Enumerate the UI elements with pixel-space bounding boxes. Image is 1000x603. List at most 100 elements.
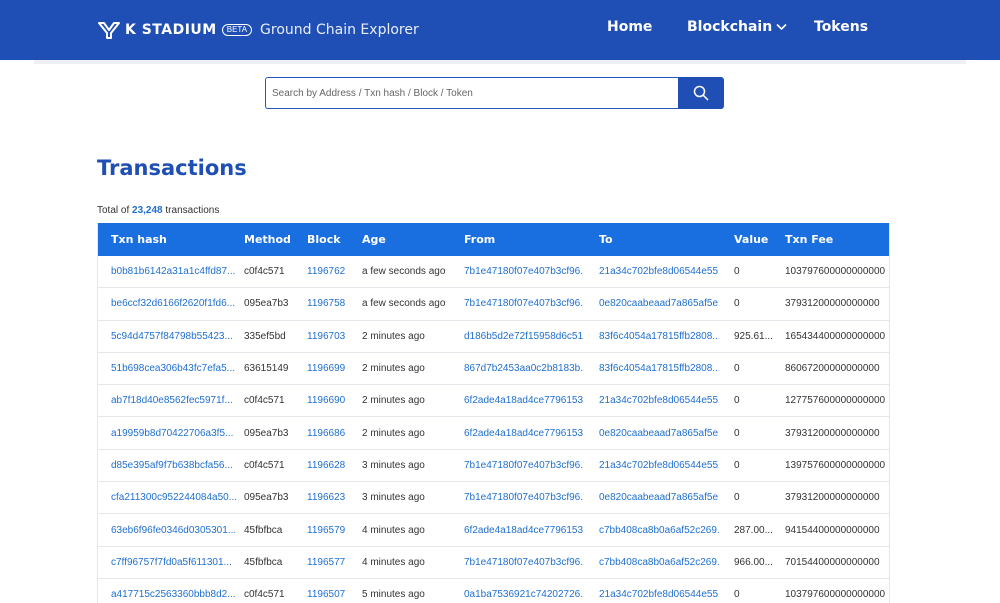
txn-fee-value: 86067200000000000 <box>785 363 880 375</box>
to-address-link[interactable]: 83f6c4054a17815ffb2808... <box>599 353 719 384</box>
table-row: 63eb6f96fe0346d0305301... 45fbfbca 1196579… <box>98 514 889 547</box>
block-link[interactable]: 1196699 <box>307 353 357 384</box>
txn-hash-link[interactable]: cfa211300c952244084a50... <box>111 482 259 513</box>
txn-hash-link[interactable]: b0b81b6142a31a1c4ffd87... <box>111 256 259 287</box>
beta-badge: BETA <box>221 24 253 36</box>
method-value: c0f4c571 <box>244 395 285 407</box>
table-row: a19959b8d70422706a3f5... 095ea7b3 1196686 2… <box>98 417 889 450</box>
transactions-table: Txn hash Method Block Age From To Value … <box>97 223 890 603</box>
method-value: c0f4c571 <box>244 589 285 601</box>
page-title: Transactions <box>97 156 247 180</box>
txn-fee-value: 70154400000000000 <box>785 556 880 568</box>
to-address-link[interactable]: c7bb408ca8b0a6af52c269... <box>599 514 719 545</box>
txn-fee-value: 94154400000000000 <box>785 524 880 536</box>
table-row: ab7f18d40e8562fec5971f... c0f4c571 1196690… <box>98 385 889 418</box>
txn-hash-link[interactable]: 63eb6f96fe0346d0305301... <box>111 514 259 545</box>
block-link[interactable]: 1196579 <box>307 514 357 545</box>
from-address-link[interactable]: d186b5d2e72f15958d6c51... <box>464 321 584 352</box>
nav-home-label: Home <box>607 19 653 35</box>
to-address-link[interactable]: 83f6c4054a17815ffb2808... <box>599 321 719 352</box>
value-amount: 0 <box>734 266 740 278</box>
column-header-block: Block <box>307 233 341 246</box>
search-input[interactable] <box>265 77 679 109</box>
txn-hash-link[interactable]: c7ff96757f7fd0a5f611301... <box>111 547 259 578</box>
to-address-link[interactable]: 21a34c702bfe8d06544e55... <box>599 450 719 481</box>
age-value: 5 minutes ago <box>362 589 425 601</box>
top-navbar: K STADIUM BETA Ground Chain Explorer Hom… <box>0 0 1000 60</box>
table-row: 5c94d4757f84798b55423... 335ef5bd 1196703 2… <box>98 320 889 353</box>
table-row: a417715c2563360bbb8d2... c0f4c571 1196507 5… <box>98 578 889 603</box>
txn-fee-value: 103797600000000000 <box>785 266 886 278</box>
from-address-link[interactable]: 7b1e47180f07e407b3cf96... <box>464 547 584 578</box>
txn-hash-link[interactable]: be6ccf32d6166f2620f1fd6... <box>111 288 259 319</box>
method-value: 095ea7b3 <box>244 298 289 310</box>
to-address-link[interactable]: 21a34c702bfe8d06544e55... <box>599 256 719 287</box>
age-value: 3 minutes ago <box>362 459 425 471</box>
nav-tokens[interactable]: Tokens <box>814 19 868 35</box>
search-button[interactable] <box>678 77 724 109</box>
column-header-method: Method <box>244 233 291 246</box>
method-value: c0f4c571 <box>244 266 285 278</box>
from-address-link[interactable]: 0a1ba7536921c74202726... <box>464 579 584 603</box>
to-address-link[interactable]: 21a34c702bfe8d06544e55... <box>599 385 719 416</box>
block-link[interactable]: 1196686 <box>307 417 357 448</box>
from-address-link[interactable]: 7b1e47180f07e407b3cf96... <box>464 256 584 287</box>
search-icon <box>693 85 709 101</box>
transactions-total: Total of 23,248 transactions <box>97 205 219 216</box>
to-address-link[interactable]: 21a34c702bfe8d06544e55... <box>599 579 719 603</box>
column-header-age: Age <box>362 233 386 246</box>
to-address-link[interactable]: 0e820caabeaad7a865af5e... <box>599 482 719 513</box>
txn-fee-value: 127757600000000000 <box>785 395 886 407</box>
nav-home[interactable]: Home <box>607 19 652 35</box>
app-subtitle: Ground Chain Explorer <box>260 22 419 38</box>
txn-hash-link[interactable]: 51b698cea306b43fc7efa5... <box>111 353 259 384</box>
block-link[interactable]: 1196577 <box>307 547 357 578</box>
value-amount: 966.00... <box>734 556 773 568</box>
txn-hash-link[interactable]: a19959b8d70422706a3f5... <box>111 417 259 448</box>
total-count: 23,248 <box>132 205 163 216</box>
txn-hash-link[interactable]: 5c94d4757f84798b55423... <box>111 321 259 352</box>
block-link[interactable]: 1196758 <box>307 288 357 319</box>
kstadium-logo-icon <box>98 22 120 39</box>
to-address-link[interactable]: 0e820caabeaad7a865af5e... <box>599 417 719 448</box>
table-body: b0b81b6142a31a1c4ffd87... c0f4c571 1196762… <box>98 256 889 603</box>
age-value: a few seconds ago <box>362 298 446 310</box>
age-value: 4 minutes ago <box>362 556 425 568</box>
to-address-link[interactable]: 0e820caabeaad7a865af5e... <box>599 288 719 319</box>
method-value: 63615149 <box>244 363 289 375</box>
table-row: d85e395af9f7b638bcfa56... c0f4c571 1196628… <box>98 449 889 483</box>
txn-hash-link[interactable]: ab7f18d40e8562fec5971f... <box>111 385 259 416</box>
age-value: 2 minutes ago <box>362 330 425 342</box>
from-address-link[interactable]: 7b1e47180f07e407b3cf96... <box>464 288 584 319</box>
block-link[interactable]: 1196628 <box>307 450 357 481</box>
from-address-link[interactable]: 7b1e47180f07e407b3cf96... <box>464 482 584 513</box>
block-link[interactable]: 1196762 <box>307 256 357 287</box>
column-header-txn-hash: Txn hash <box>111 233 167 246</box>
header-divider <box>34 60 966 64</box>
age-value: 2 minutes ago <box>362 395 425 407</box>
from-address-link[interactable]: 6f2ade4a18ad4ce7796153... <box>464 417 584 448</box>
txn-hash-link[interactable]: d85e395af9f7b638bcfa56... <box>111 450 259 481</box>
from-address-link[interactable]: 867d7b2453aa0c2b8183b... <box>464 353 584 384</box>
from-address-link[interactable]: 6f2ade4a18ad4ce7796153... <box>464 385 584 416</box>
value-amount: 925.61... <box>734 330 773 342</box>
logo[interactable]: K STADIUM BETA Ground Chain Explorer <box>98 18 419 42</box>
to-address-link[interactable]: c7bb408ca8b0a6af52c269... <box>599 547 719 578</box>
txn-fee-value: 37931200000000000 <box>785 492 880 504</box>
from-address-link[interactable]: 7b1e47180f07e407b3cf96... <box>464 450 584 481</box>
table-header: Txn hash Method Block Age From To Value … <box>98 223 889 256</box>
column-header-to: To <box>599 233 613 246</box>
method-value: 45fbfbca <box>244 524 283 536</box>
value-amount: 287.00... <box>734 524 773 536</box>
txn-hash-link[interactable]: a417715c2563360bbb8d2... <box>111 579 259 603</box>
nav-blockchain[interactable]: Blockchain <box>687 19 787 35</box>
value-amount: 0 <box>734 395 740 407</box>
block-link[interactable]: 1196507 <box>307 579 357 603</box>
method-value: 45fbfbca <box>244 556 283 568</box>
block-link[interactable]: 1196703 <box>307 321 357 352</box>
block-link[interactable]: 1196623 <box>307 482 357 513</box>
from-address-link[interactable]: 6f2ade4a18ad4ce7796153... <box>464 514 584 545</box>
value-amount: 0 <box>734 363 740 375</box>
block-link[interactable]: 1196690 <box>307 385 357 416</box>
method-value: 095ea7b3 <box>244 492 289 504</box>
